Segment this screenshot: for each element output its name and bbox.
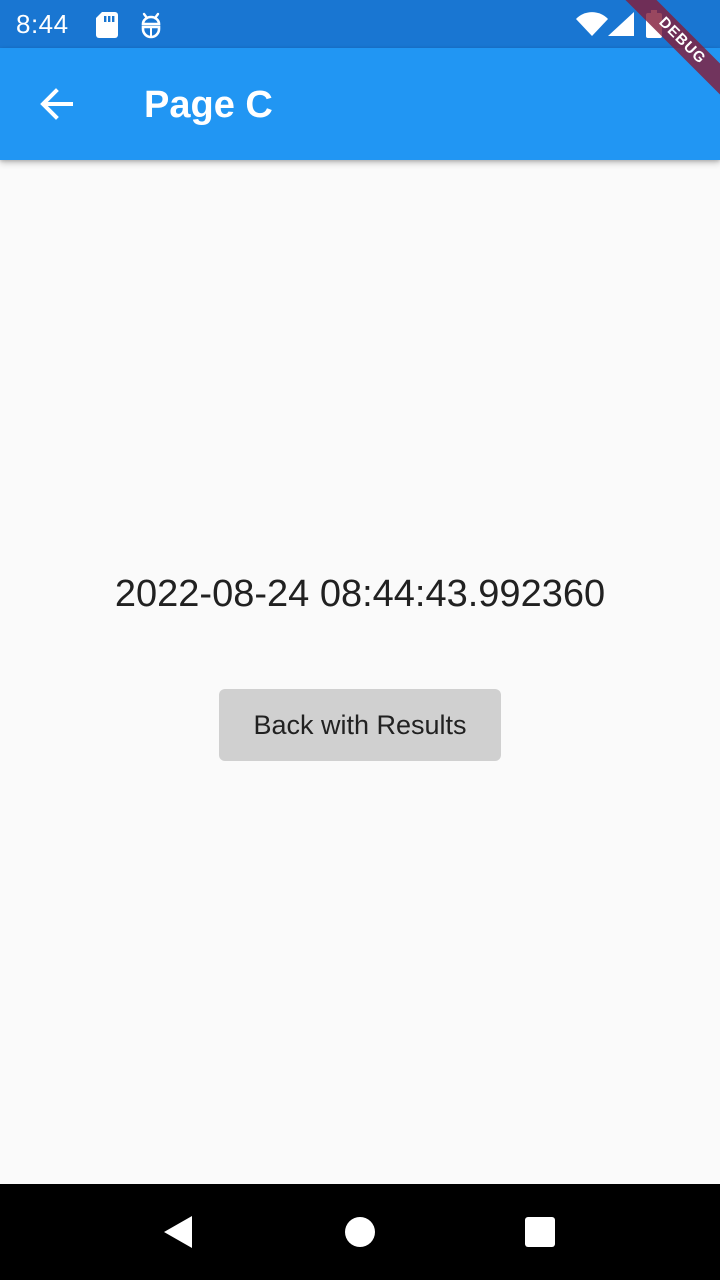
system-nav-bar <box>0 1184 720 1280</box>
timestamp-text: 2022-08-24 08:44:43.992360 <box>114 573 606 615</box>
nav-back-button[interactable] <box>154 1208 202 1256</box>
nav-home-button[interactable] <box>336 1208 384 1256</box>
status-bar: 8:44 <box>0 0 720 48</box>
main-content: 2022-08-24 08:44:43.992360 Back with Res… <box>0 160 720 1184</box>
recents-square-icon <box>525 1217 555 1247</box>
android-debug-icon <box>141 12 161 39</box>
home-circle-icon <box>345 1217 375 1247</box>
back-triangle-icon <box>164 1216 192 1248</box>
cell-signal-icon <box>608 12 634 36</box>
arrow-back-icon <box>40 88 73 120</box>
app-bar: Page C <box>0 48 720 160</box>
wifi-icon <box>576 12 608 36</box>
sd-card-icon <box>96 12 118 38</box>
back-button[interactable] <box>20 68 92 140</box>
back-with-results-button[interactable]: Back with Results <box>219 689 501 761</box>
screen: 8:44 DEBUG Page C 2022-08-24 08:44:43.99… <box>0 0 720 1280</box>
page-title: Page C <box>144 84 273 126</box>
nav-recents-button[interactable] <box>516 1208 564 1256</box>
status-time: 8:44 <box>16 9 69 39</box>
